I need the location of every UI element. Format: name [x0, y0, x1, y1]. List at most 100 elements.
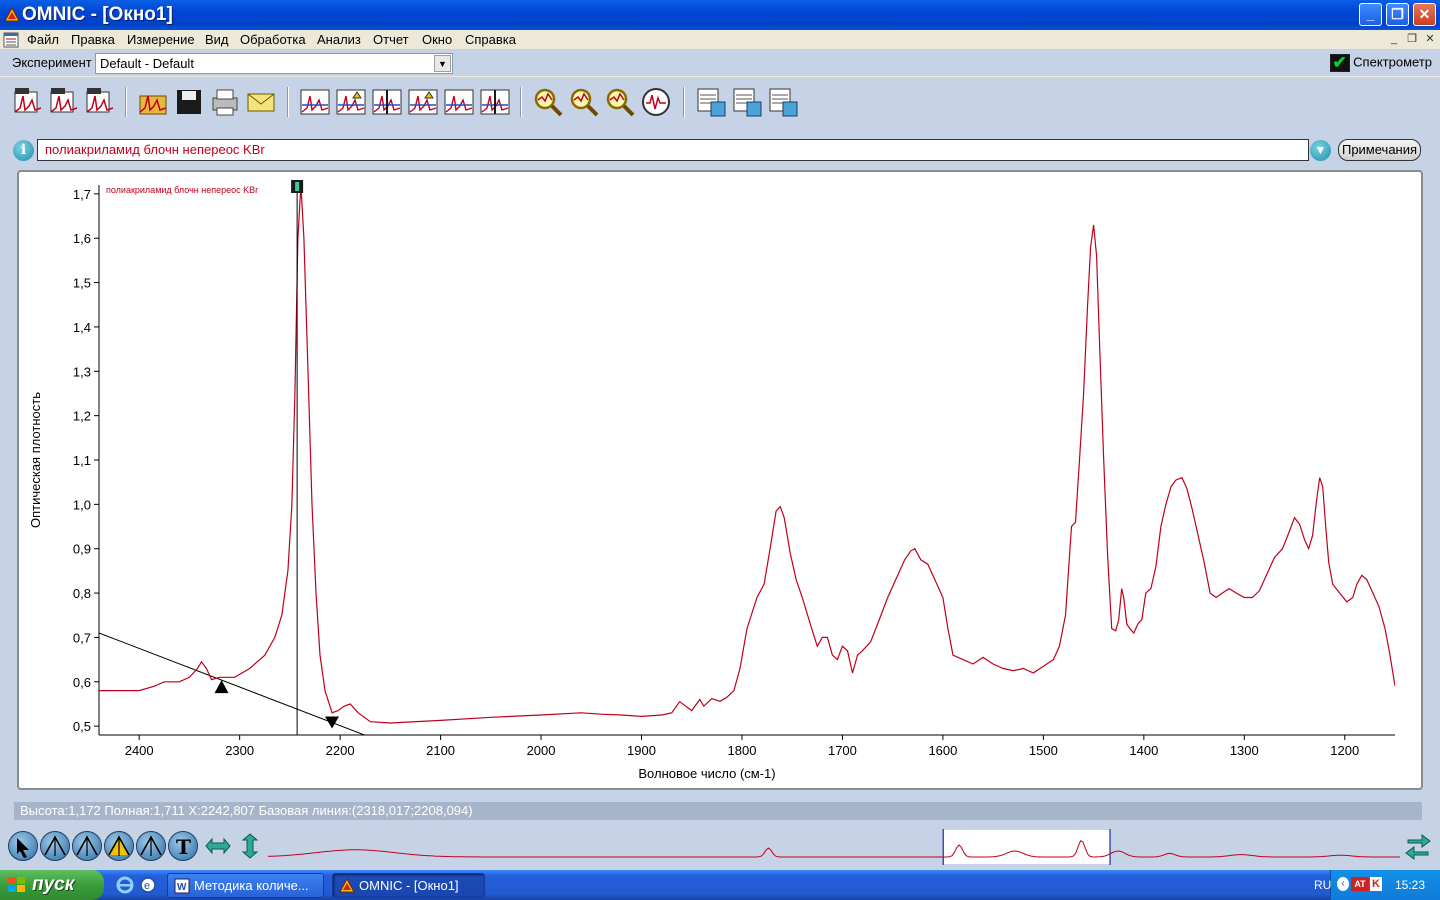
menu-measure[interactable]: Измерение — [127, 32, 195, 47]
menu-help[interactable]: Справка — [465, 32, 516, 47]
scroll-overview-icon[interactable] — [1404, 830, 1432, 862]
normalize-scale-icon[interactable] — [371, 86, 403, 118]
mdi-restore-icon[interactable]: ❐ — [1404, 32, 1420, 47]
spectrum-list-dropdown-icon[interactable]: ▼ — [1310, 140, 1331, 161]
spectrometer-status[interactable]: Спектрометр — [1329, 53, 1432, 73]
expand-vertical-icon[interactable] — [236, 832, 264, 860]
window-title-bar[interactable]: OMNIC - [Окно1] _ ❐ ✕ — [0, 0, 1440, 30]
toolbar-separator — [520, 87, 522, 117]
search-library-icon[interactable] — [532, 86, 564, 118]
menu-process[interactable]: Обработка — [240, 32, 306, 47]
svg-text:W: W — [177, 882, 187, 893]
macros-icon[interactable] — [695, 86, 727, 118]
expand-horizontal-icon[interactable] — [204, 832, 232, 860]
svg-text:e: e — [144, 880, 150, 892]
word-document-icon: W — [174, 878, 190, 894]
tray-chevron-icon[interactable]: ‹ — [1337, 877, 1349, 891]
mdi-close-icon[interactable]: ✕ — [1422, 32, 1438, 47]
spectrum-line — [99, 184, 1395, 724]
x-axis-label: Волновое число (см-1) — [638, 766, 775, 781]
status-bar: Высота:1,172 Полная:1,711 X:2242,807 Баз… — [0, 798, 1440, 824]
chevron-down-icon[interactable]: ▼ — [434, 55, 451, 72]
experiment-select[interactable]: Default - Default ▼ — [95, 53, 453, 74]
y-axis-label: Оптическая плотность — [28, 392, 43, 528]
info-icon[interactable]: i — [13, 140, 34, 161]
status-text: Высота:1,172 Полная:1,711 X:2242,807 Баз… — [14, 802, 1422, 820]
pointer-icon[interactable] — [8, 831, 38, 861]
baseline-correct-icon[interactable] — [299, 86, 331, 118]
minimize-icon: _ — [1366, 6, 1375, 22]
menu-analyze[interactable]: Анализ — [317, 32, 361, 47]
y-tick-label: 0,8 — [73, 586, 91, 601]
quantify-icon[interactable] — [568, 86, 600, 118]
find-peaks-tool-icon[interactable] — [136, 831, 166, 861]
keyboard-layout-icon[interactable]: K — [1370, 877, 1382, 891]
macro-run-icon[interactable] — [731, 86, 763, 118]
spectrum-info-bar: i полиакриламид блочн непереос KBr ▼ При… — [0, 132, 1440, 168]
main-toolbar — [0, 77, 1440, 132]
peak-area-icon[interactable] — [104, 831, 134, 861]
x-tick-label: 1700 — [828, 743, 857, 758]
region-icon[interactable] — [40, 831, 70, 861]
macro-edit-icon[interactable] — [767, 86, 799, 118]
maximize-button[interactable]: ❐ — [1386, 3, 1409, 26]
toolbar-separator — [683, 87, 685, 117]
open-icon[interactable] — [137, 86, 169, 118]
window-title: OMNIC - [Окно1] — [22, 4, 173, 25]
y-tick-label: 1,4 — [73, 320, 91, 335]
x-tick-label: 2200 — [326, 743, 355, 758]
x-tick-label: 1900 — [627, 743, 656, 758]
spectrum-window[interactable]: 1,7 1,6 1,5 1,4 1,3 1,2 1,1 1,0 0,9 0,8 0,7 0,6 0,5 2… — [17, 170, 1423, 790]
toolbar-separator — [125, 87, 127, 117]
text-label-icon[interactable]: T — [168, 831, 198, 861]
offset-icon[interactable] — [443, 86, 475, 118]
mail-icon[interactable] — [245, 86, 277, 118]
taskbar: пуск e W Методика количе... OMNIC - [Окн… — [0, 870, 1440, 900]
peak-height-icon[interactable] — [72, 831, 102, 861]
spectrum-overview[interactable] — [268, 828, 1400, 866]
show-desktop-icon[interactable]: e — [139, 876, 157, 894]
y-tick-label: 1,2 — [73, 409, 91, 424]
save-icon[interactable] — [173, 86, 205, 118]
x-tick-label: 1200 — [1330, 743, 1359, 758]
collect-background-icon[interactable] — [48, 86, 80, 118]
menu-file[interactable]: Файл — [27, 32, 59, 47]
find-peaks-icon[interactable] — [479, 86, 511, 118]
qcheck-icon[interactable] — [640, 86, 672, 118]
x-tick-label: 2100 — [426, 743, 455, 758]
notes-button[interactable]: Примечания — [1338, 139, 1421, 161]
omnic-task-icon — [339, 878, 355, 893]
y-tick-label: 1,6 — [73, 231, 91, 246]
y-tick-label: 0,9 — [73, 542, 91, 557]
mdi-minimize-icon[interactable]: _ — [1386, 32, 1402, 47]
experiment-value: Default - Default — [100, 56, 194, 71]
minimize-button[interactable]: _ — [1359, 3, 1382, 26]
document-window-icon[interactable] — [3, 32, 19, 48]
menu-report[interactable]: Отчет — [373, 32, 409, 47]
subtract-icon[interactable] — [407, 86, 439, 118]
close-button[interactable]: ✕ — [1413, 3, 1436, 26]
series-title-label: полиакриламид блочн непереос KBr — [106, 185, 258, 195]
experiment-label: Эксперимент — [12, 55, 92, 70]
menu-edit[interactable]: Правка — [71, 32, 115, 47]
internet-explorer-icon[interactable] — [116, 876, 134, 894]
taskbar-item-word[interactable]: W Методика количе... — [167, 873, 324, 898]
status-ok-icon — [1329, 53, 1350, 73]
collect-series-icon[interactable] — [84, 86, 116, 118]
menu-window[interactable]: Окно — [422, 32, 452, 47]
menu-view[interactable]: Вид — [205, 32, 229, 47]
spectrometer-label: Спектрометр — [1353, 54, 1432, 70]
print-icon[interactable] — [209, 86, 241, 118]
y-tick-label: 1,0 — [73, 497, 91, 512]
taskbar-item-omnic[interactable]: OMNIC - [Окно1] — [332, 873, 485, 898]
zoom-search-icon[interactable] — [604, 86, 636, 118]
antivirus-icon[interactable]: AT — [1351, 877, 1369, 891]
spectrum-title-field[interactable]: полиакриламид блочн непереос KBr — [37, 139, 1309, 161]
language-indicator[interactable]: RU — [1314, 878, 1331, 892]
start-button[interactable]: пуск — [0, 870, 104, 900]
spectrum-chart[interactable]: 1,7 1,6 1,5 1,4 1,3 1,2 1,1 1,0 0,9 0,8 0,7 0,6 0,5 2… — [19, 172, 1421, 788]
y-tick-label: 0,7 — [73, 630, 91, 645]
x-tick-label: 1500 — [1029, 743, 1058, 758]
collect-sample-icon[interactable] — [12, 86, 44, 118]
automatic-baseline-icon[interactable] — [335, 86, 367, 118]
